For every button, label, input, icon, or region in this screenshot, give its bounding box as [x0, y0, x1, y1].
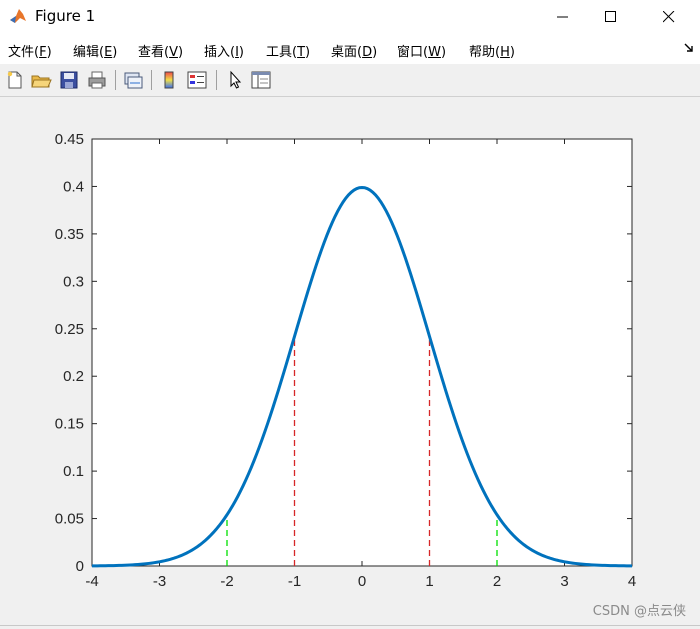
toolbar-separator [216, 70, 217, 90]
maximize-icon [605, 11, 616, 22]
y-tick-label: 0.35 [55, 226, 84, 243]
close-icon [663, 11, 675, 23]
axes-box [91, 138, 633, 567]
menu-view[interactable]: 查看(V) [138, 41, 183, 60]
x-tick-label: 1 [425, 573, 433, 590]
window-title: Figure 1 [35, 7, 96, 25]
plot-axes: -4 -3 -2 -1 0 1 2 3 4 0 0.05 0.1 0.15 0.2 0.25 0.3 0.35 0… [55, 131, 636, 590]
x-tick-label: 2 [493, 573, 501, 590]
menu-desktop[interactable]: 桌面(D) [331, 41, 377, 60]
x-tick-label: 3 [560, 573, 568, 590]
y-tick-label: 0.3 [63, 273, 84, 290]
title-bar: Figure 1 [0, 0, 700, 34]
toolbar-separator [115, 70, 116, 90]
toolbar [0, 64, 700, 97]
menu-file[interactable]: 文件(F) [8, 41, 52, 60]
property-inspector-icon[interactable] [250, 69, 272, 91]
figure-canvas: -4 -3 -2 -1 0 1 2 3 4 0 0.05 0.1 0.15 0.2 0.25 0.3 0.35 0… [0, 97, 700, 629]
window-bottom-border [0, 625, 700, 626]
toolbar-separator [151, 70, 152, 90]
minimize-icon [557, 16, 568, 18]
x-tick-label: 0 [358, 573, 366, 590]
menu-tools[interactable]: 工具(T) [266, 41, 310, 60]
menu-window[interactable]: 窗口(W) [397, 41, 446, 60]
menu-edit[interactable]: 编辑(E) [73, 41, 117, 60]
y-tick-label: 0.1 [63, 463, 84, 480]
legend-icon[interactable] [186, 69, 208, 91]
y-tick-label: 0.4 [63, 178, 84, 195]
y-tick-label: 0.45 [55, 131, 84, 148]
colorbar-icon[interactable] [158, 69, 180, 91]
y-tick-label: 0.25 [55, 321, 84, 338]
y-tick-label: 0.05 [55, 511, 84, 528]
new-figure-icon[interactable] [4, 69, 26, 91]
x-tick-label: -2 [220, 573, 233, 590]
minimize-button[interactable] [540, 0, 586, 34]
link-plot-icon[interactable] [122, 69, 144, 91]
x-tick-label: -4 [85, 573, 98, 590]
x-tick-label: 4 [628, 573, 636, 590]
maximize-button[interactable] [588, 0, 634, 34]
y-tick-label: 0.2 [63, 368, 84, 385]
x-tick-label: -1 [288, 573, 301, 590]
watermark-text: CSDN @点云侠 [592, 604, 686, 619]
print-icon[interactable] [86, 69, 108, 91]
menu-help[interactable]: 帮助(H) [469, 41, 515, 60]
menu-insert[interactable]: 插入(I) [204, 41, 244, 60]
save-icon[interactable] [58, 69, 80, 91]
menu-bar: 文件(F) 编辑(E) 查看(V) 插入(I) 工具(T) 桌面(D) 窗口(W… [0, 34, 700, 64]
open-file-icon[interactable] [30, 69, 52, 91]
x-tick-label: -3 [153, 573, 166, 590]
y-tick-label: 0 [76, 558, 84, 575]
y-tick-label: 0.15 [55, 416, 84, 433]
close-button[interactable] [646, 0, 692, 34]
edit-plot-arrow-icon[interactable] [224, 69, 246, 91]
matlab-logo-icon [9, 7, 27, 25]
dock-arrow-icon[interactable] [684, 43, 694, 53]
